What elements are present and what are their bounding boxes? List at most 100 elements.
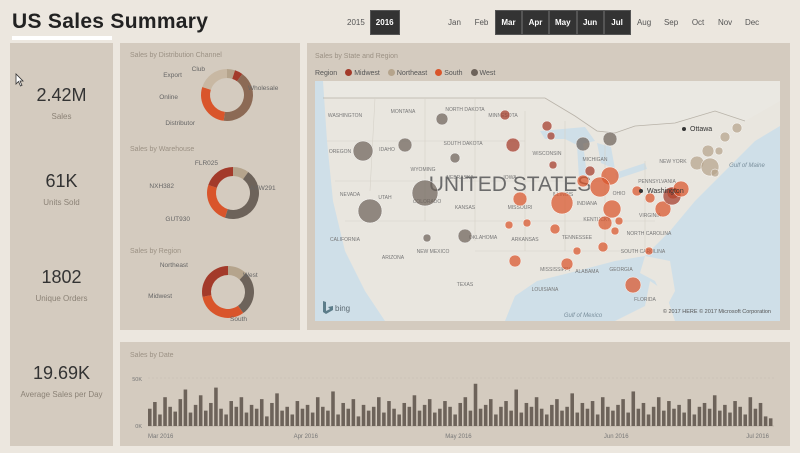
state-bubble-south[interactable]: [576, 174, 590, 188]
bar-2016-06-05[interactable]: [636, 408, 641, 426]
us-map[interactable]: WASHINGTONMONTANANORTH DAKOTAMINNESOTAOR…: [315, 81, 780, 321]
slicer-2016[interactable]: 2016: [369, 10, 400, 35]
bar-2016-06-19[interactable]: [707, 408, 712, 426]
bar-2016-06-09[interactable]: [656, 397, 661, 426]
bar-2016-06-28[interactable]: [753, 408, 758, 426]
bar-2016-03-07[interactable]: [178, 399, 183, 426]
bar-2016-03-18[interactable]: [234, 406, 239, 426]
bar-2016-06-04[interactable]: [631, 391, 636, 426]
bar-2016-03-25[interactable]: [270, 402, 274, 426]
bar-2016-04-08[interactable]: [341, 402, 345, 426]
slicer-dec[interactable]: Dec: [739, 10, 766, 35]
bar-2016-06-30[interactable]: [763, 416, 768, 426]
bar-2016-04-13[interactable]: [366, 410, 371, 426]
bar-2016-03-05[interactable]: [168, 406, 172, 426]
legend-item-midwest[interactable]: Midwest: [345, 69, 380, 77]
bar-2016-03-23[interactable]: [259, 399, 264, 426]
donut-slice-axw291[interactable]: [224, 171, 259, 219]
bar-2016-05-10[interactable]: [504, 401, 508, 426]
bar-2016-03-22[interactable]: [254, 408, 259, 426]
state-bubble-west[interactable]: [352, 140, 374, 162]
state-bubble-south[interactable]: [597, 215, 613, 231]
bar-2016-06-11[interactable]: [667, 401, 671, 426]
donut-slice-wholesale[interactable]: [223, 73, 253, 121]
state-bubble-south[interactable]: [602, 199, 622, 219]
bar-2016-03-06[interactable]: [173, 411, 178, 426]
state-bubble-south[interactable]: [610, 226, 620, 236]
donut-slice-midwest[interactable]: [202, 266, 228, 297]
bar-2016-04-05[interactable]: [326, 410, 330, 426]
bar-2016-03-26[interactable]: [275, 393, 279, 426]
kpi-units-sold[interactable]: 61K Units Sold: [10, 171, 113, 207]
state-bubble-south[interactable]: [597, 241, 609, 253]
state-bubble-midwest[interactable]: [541, 120, 553, 132]
bar-2016-05-31[interactable]: [611, 410, 615, 426]
bar-2016-05-14[interactable]: [524, 402, 529, 426]
bar-2016-05-02[interactable]: [463, 397, 468, 426]
bar-2016-06-26[interactable]: [743, 414, 748, 426]
bar-2016-04-06[interactable]: [331, 391, 335, 426]
bar-2016-04-14[interactable]: [371, 406, 376, 426]
bar-2016-05-23[interactable]: [570, 393, 574, 426]
slicer-2015[interactable]: 2015: [342, 10, 370, 35]
state-bubble-west[interactable]: [457, 228, 473, 244]
bar-2016-04-25[interactable]: [427, 399, 432, 426]
bar-2016-03-21[interactable]: [249, 404, 254, 426]
bar-2016-06-15[interactable]: [687, 399, 692, 426]
bar-2016-04-11[interactable]: [356, 416, 361, 426]
bar-2016-03-02[interactable]: [153, 402, 157, 426]
bar-2016-03-11[interactable]: [198, 395, 203, 426]
bar-2016-05-01[interactable]: [458, 402, 463, 426]
bar-2016-05-07[interactable]: [488, 399, 493, 426]
donut-slice-nxh382[interactable]: [208, 167, 233, 188]
bar-2016-06-13[interactable]: [677, 404, 681, 426]
bar-2016-03-31[interactable]: [300, 408, 305, 426]
slicer-sep[interactable]: Sep: [658, 10, 685, 35]
bar-2016-05-24[interactable]: [575, 412, 580, 426]
bar-2016-03-10[interactable]: [193, 404, 198, 426]
state-bubble-south[interactable]: [504, 220, 514, 230]
bar-2016-05-12[interactable]: [514, 389, 519, 426]
donut-slice-gut930[interactable]: [207, 184, 228, 218]
bar-2016-06-23[interactable]: [728, 412, 732, 426]
bar-2016-04-04[interactable]: [321, 406, 325, 426]
bar-2016-05-21[interactable]: [560, 410, 564, 426]
bar-2016-05-26[interactable]: [585, 408, 590, 426]
bar-2016-05-13[interactable]: [519, 412, 524, 426]
bar-2016-04-23[interactable]: [417, 410, 422, 426]
slicer-jul[interactable]: Jul: [603, 10, 631, 35]
state-bubble-west[interactable]: [411, 179, 439, 207]
slicer-aug[interactable]: Aug: [631, 10, 658, 35]
slicer-may[interactable]: May: [549, 10, 577, 35]
slicer-oct[interactable]: Oct: [685, 10, 712, 35]
slicer-feb[interactable]: Feb: [468, 10, 495, 35]
bar-2016-07-01[interactable]: [768, 418, 773, 426]
bar-2016-04-27[interactable]: [438, 408, 442, 426]
bar-2016-05-17[interactable]: [539, 408, 544, 426]
bar-2016-05-16[interactable]: [534, 397, 539, 426]
legend-item-west[interactable]: West: [470, 69, 495, 77]
bar-2016-05-04[interactable]: [473, 383, 478, 426]
bar-2016-05-30[interactable]: [606, 406, 610, 426]
legend-item-south[interactable]: South: [435, 69, 463, 77]
bar-2016-04-15[interactable]: [377, 397, 381, 426]
bar-2016-03-12[interactable]: [203, 410, 208, 426]
legend-item-northeast[interactable]: Northeast: [387, 69, 427, 77]
bar-2016-03-29[interactable]: [290, 414, 295, 426]
state-bubble-south[interactable]: [644, 246, 654, 256]
bar-2016-03-24[interactable]: [265, 416, 269, 426]
state-bubble-northeast[interactable]: [714, 146, 724, 156]
bar-2016-04-17[interactable]: [387, 401, 391, 426]
state-bubble-midwest[interactable]: [548, 160, 558, 170]
slicer-nov[interactable]: Nov: [712, 10, 739, 35]
bar-2016-04-16[interactable]: [382, 412, 386, 426]
bar-2016-04-19[interactable]: [397, 414, 401, 426]
bar-2016-06-21[interactable]: [718, 410, 722, 426]
bar-2016-03-27[interactable]: [280, 410, 284, 426]
state-bubble-west[interactable]: [397, 137, 413, 153]
bar-2016-04-12[interactable]: [361, 404, 366, 426]
state-bubble-west[interactable]: [602, 131, 618, 147]
bar-2016-05-05[interactable]: [478, 408, 483, 426]
bar-2016-03-15[interactable]: [219, 408, 223, 426]
bar-2016-04-02[interactable]: [310, 412, 315, 426]
